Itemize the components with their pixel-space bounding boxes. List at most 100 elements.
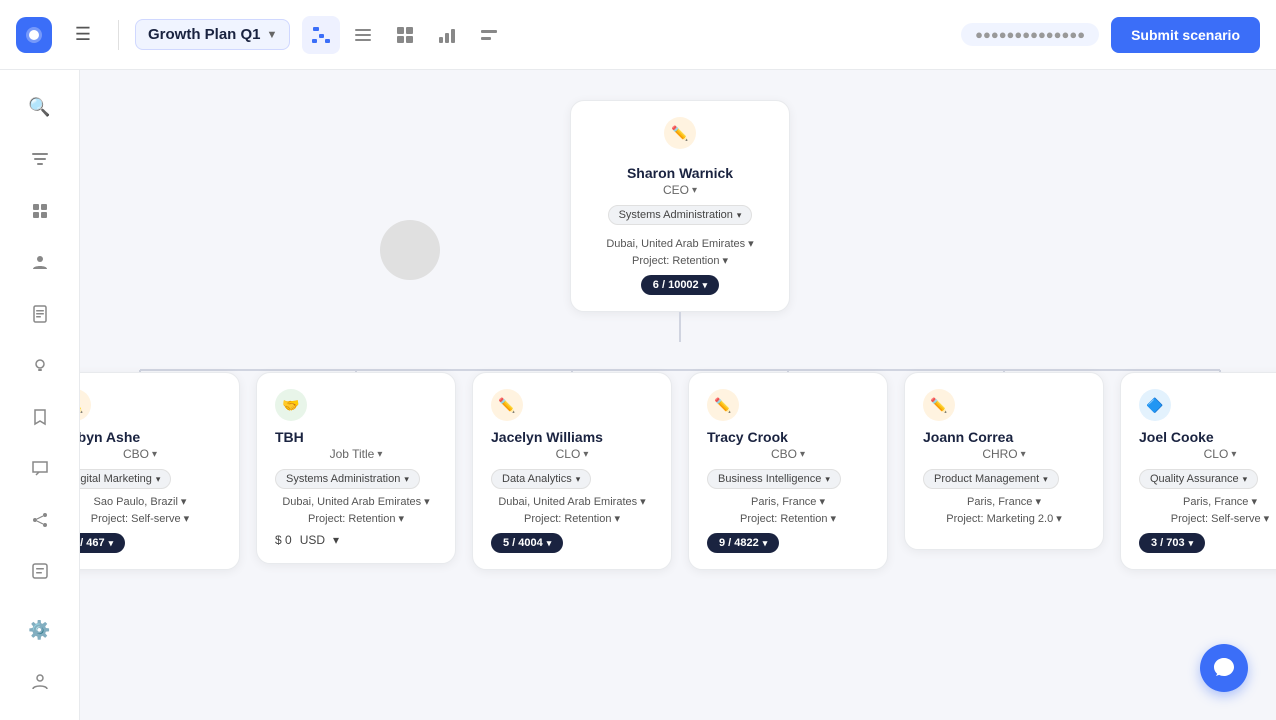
user-area[interactable]: ●●●●●●●●●●●●●● [961, 23, 1099, 46]
app-logo[interactable] [16, 17, 52, 53]
child-card-tbh[interactable]: 🤝 TBH Job Title ▾ Systems Administration… [256, 372, 456, 564]
chart-view-button[interactable] [428, 16, 466, 54]
sidebar-item-bookmark[interactable] [18, 395, 62, 439]
root-name: Sharon Warnick [589, 165, 771, 181]
submit-scenario-button[interactable]: Submit scenario [1111, 17, 1260, 53]
root-org-card[interactable]: ✏️ Sharon Warnick CEO ▾ Systems Administ… [570, 100, 790, 312]
robyn-budget-badge[interactable]: 3 / 467 ▾ [80, 533, 125, 553]
project-chevron-icon: ▾ [722, 254, 728, 267]
jacelyn-budget-badge[interactable]: 5 / 4004 ▾ [491, 533, 563, 553]
sidebar-item-profile[interactable] [18, 661, 62, 705]
org-chart-view-button[interactable] [302, 16, 340, 54]
joel-dept-chevron: ▾ [1243, 474, 1248, 485]
sidebar-item-search[interactable]: 🔍 [18, 86, 62, 130]
child-node-tracy: ✏️ Tracy Crook CBO ▾ Business Intelligen… [688, 372, 888, 570]
tracy-budget-badge[interactable]: 9 / 4822 ▾ [707, 533, 779, 553]
joel-budget-chevron: ▾ [1189, 538, 1194, 549]
joann-dept-chevron: ▾ [1043, 474, 1048, 485]
joel-budget-badge[interactable]: 3 / 703 ▾ [1139, 533, 1205, 553]
tracy-project[interactable]: Project: Retention ▾ [707, 512, 869, 525]
root-role[interactable]: CEO ▾ [589, 183, 771, 197]
root-location[interactable]: Dubai, United Arab Emirates ▾ [589, 237, 771, 250]
sidebar-item-filter[interactable] [18, 138, 62, 182]
tracy-dept-chevron: ▾ [825, 474, 830, 485]
tracy-avatar: ✏️ [707, 389, 739, 421]
chat-button[interactable] [1200, 644, 1248, 692]
jacelyn-dept-tag[interactable]: Data Analytics ▾ [491, 469, 591, 489]
child-node-robyn: ✏️ Robyn Ashe CBO ▾ Digital Marketing ▾ [80, 372, 240, 570]
child-card-robyn[interactable]: ✏️ Robyn Ashe CBO ▾ Digital Marketing ▾ [80, 372, 240, 570]
robyn-name: Robyn Ashe [80, 429, 221, 445]
robyn-location[interactable]: Sao Paulo, Brazil ▾ [80, 495, 221, 508]
root-avatar: ✏️ [664, 117, 696, 149]
robyn-role-chevron: ▾ [152, 449, 157, 460]
sidebar-item-docs[interactable] [18, 292, 62, 336]
topnav: ☰ Growth Plan Q1 ▼ ●●●●●●●●●●●●●● Submit… [0, 0, 1276, 70]
org-chart: ✏️ Sharon Warnick CEO ▾ Systems Administ… [80, 70, 1276, 720]
child-card-jacelyn[interactable]: ✏️ Jacelyn Williams CLO ▾ Data Analytics… [472, 372, 672, 570]
robyn-role[interactable]: CBO ▾ [80, 447, 221, 461]
card-view-button[interactable] [386, 16, 424, 54]
tbh-dept-tag[interactable]: Systems Administration ▾ [275, 469, 420, 489]
joann-dept-tag[interactable]: Product Management ▾ [923, 469, 1059, 489]
joel-project[interactable]: Project: Self-serve ▾ [1139, 512, 1276, 525]
child-card-joel[interactable]: 🔷 Joel Cooke CLO ▾ Quality Assurance ▾ [1120, 372, 1276, 570]
tbh-avatar: 🤝 [275, 389, 307, 421]
root-department-tag[interactable]: Systems Administration ▾ [608, 205, 753, 225]
sidebar-item-people[interactable] [18, 241, 62, 285]
tracy-name: Tracy Crook [707, 429, 869, 445]
tbh-proj-chevron: ▾ [398, 512, 404, 525]
tbh-loc-chevron: ▾ [424, 495, 430, 508]
tbh-location[interactable]: Dubai, United Arab Emirates ▾ [275, 495, 437, 508]
plan-name: Growth Plan Q1 [148, 26, 261, 43]
sidebar-item-share[interactable] [18, 498, 62, 542]
sidebar-item-settings[interactable]: ⚙️ [18, 609, 62, 653]
joel-location[interactable]: Paris, France ▾ [1139, 495, 1276, 508]
robyn-loc-chevron: ▾ [181, 495, 187, 508]
root-budget-badge[interactable]: 6 / 10002 ▾ [641, 275, 719, 295]
jacelyn-project[interactable]: Project: Retention ▾ [491, 512, 653, 525]
child-card-joann[interactable]: ✏️ Joann Correa CHRO ▾ Product Managemen… [904, 372, 1104, 550]
jacelyn-name: Jacelyn Williams [491, 429, 653, 445]
more-view-button[interactable] [470, 16, 508, 54]
sidebar-item-chat[interactable] [18, 447, 62, 491]
root-project[interactable]: Project: Retention ▾ [589, 254, 771, 267]
joel-proj-chevron: ▾ [1264, 512, 1270, 525]
dept-chevron-icon: ▾ [737, 210, 742, 221]
jacelyn-dept-chevron: ▾ [576, 474, 581, 485]
root-connector-v [679, 312, 681, 342]
user-email: ●●●●●●●●●●●●●● [975, 27, 1085, 42]
jacelyn-avatar: ✏️ [491, 389, 523, 421]
child-card-tracy[interactable]: ✏️ Tracy Crook CBO ▾ Business Intelligen… [688, 372, 888, 570]
joel-dept-tag[interactable]: Quality Assurance ▾ [1139, 469, 1258, 489]
joel-role[interactable]: CLO ▾ [1139, 447, 1276, 461]
main-canvas: ✏️ Sharon Warnick CEO ▾ Systems Administ… [80, 70, 1276, 720]
robyn-avatar: ✏️ [80, 389, 91, 421]
tracy-location[interactable]: Paris, France ▾ [707, 495, 869, 508]
list-view-button[interactable] [344, 16, 382, 54]
tbh-name: TBH [275, 429, 437, 445]
tracy-budget-chevron: ▾ [763, 538, 768, 549]
jacelyn-role[interactable]: CLO ▾ [491, 447, 653, 461]
robyn-project[interactable]: Project: Self-serve ▾ [80, 512, 221, 525]
sidebar-item-list[interactable] [18, 550, 62, 594]
jacelyn-location[interactable]: Dubai, United Arab Emirates ▾ [491, 495, 653, 508]
tbh-project[interactable]: Project: Retention ▾ [275, 512, 437, 525]
tbh-role-chevron: ▾ [377, 449, 382, 460]
sidebar-item-tools[interactable] [18, 189, 62, 233]
joel-name: Joel Cooke [1139, 429, 1276, 445]
joann-role[interactable]: CHRO ▾ [923, 447, 1085, 461]
hamburger-menu-button[interactable]: ☰ [64, 16, 102, 54]
sidebar-item-bulb[interactable] [18, 344, 62, 388]
tracy-dept-tag[interactable]: Business Intelligence ▾ [707, 469, 841, 489]
plan-selector[interactable]: Growth Plan Q1 ▼ [135, 19, 290, 50]
robyn-proj-chevron: ▾ [184, 512, 190, 525]
tracy-role[interactable]: CBO ▾ [707, 447, 869, 461]
robyn-dept-tag[interactable]: Digital Marketing ▾ [80, 469, 171, 489]
tbh-role[interactable]: Job Title ▾ [275, 447, 437, 461]
org-children-row: ✏️ Robyn Ashe CBO ▾ Digital Marketing ▾ [80, 342, 1276, 570]
joann-location[interactable]: Paris, France ▾ [923, 495, 1085, 508]
joann-project[interactable]: Project: Marketing 2.0 ▾ [923, 512, 1085, 525]
robyn-dept-chevron: ▾ [156, 474, 161, 485]
nav-divider [118, 20, 119, 50]
